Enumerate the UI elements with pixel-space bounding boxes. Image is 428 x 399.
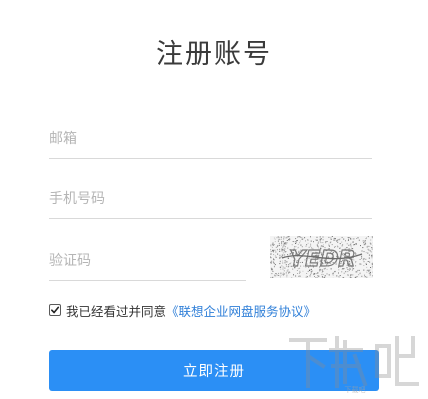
agree-checkbox[interactable] — [49, 304, 61, 316]
register-button[interactable]: 立即注册 — [49, 350, 379, 391]
checkmark-icon — [51, 306, 60, 314]
captcha-text: YEDR — [285, 246, 358, 272]
page-title: 注册账号 — [156, 39, 272, 70]
email-input[interactable] — [49, 126, 372, 152]
phone-field — [49, 178, 372, 219]
captcha-input[interactable] — [49, 248, 246, 274]
agreement-row: 我已经看过并同意 《联想企业网盘服务协议》 — [49, 301, 316, 319]
captcha-field — [49, 240, 246, 281]
captcha-noise-graphic: YEDR — [270, 236, 374, 279]
agree-text: 我已经看过并同意 — [66, 303, 167, 319]
phone-input[interactable] — [49, 186, 372, 212]
register-page: 注册账号 YEDR 我已经看过并同意 《联想企业网盘服务协议》 立即注册 — [0, 0, 428, 399]
captcha-image[interactable]: YEDR — [270, 236, 374, 279]
email-field — [49, 118, 372, 159]
service-agreement-link[interactable]: 《联想企业网盘服务协议》 — [166, 301, 316, 320]
